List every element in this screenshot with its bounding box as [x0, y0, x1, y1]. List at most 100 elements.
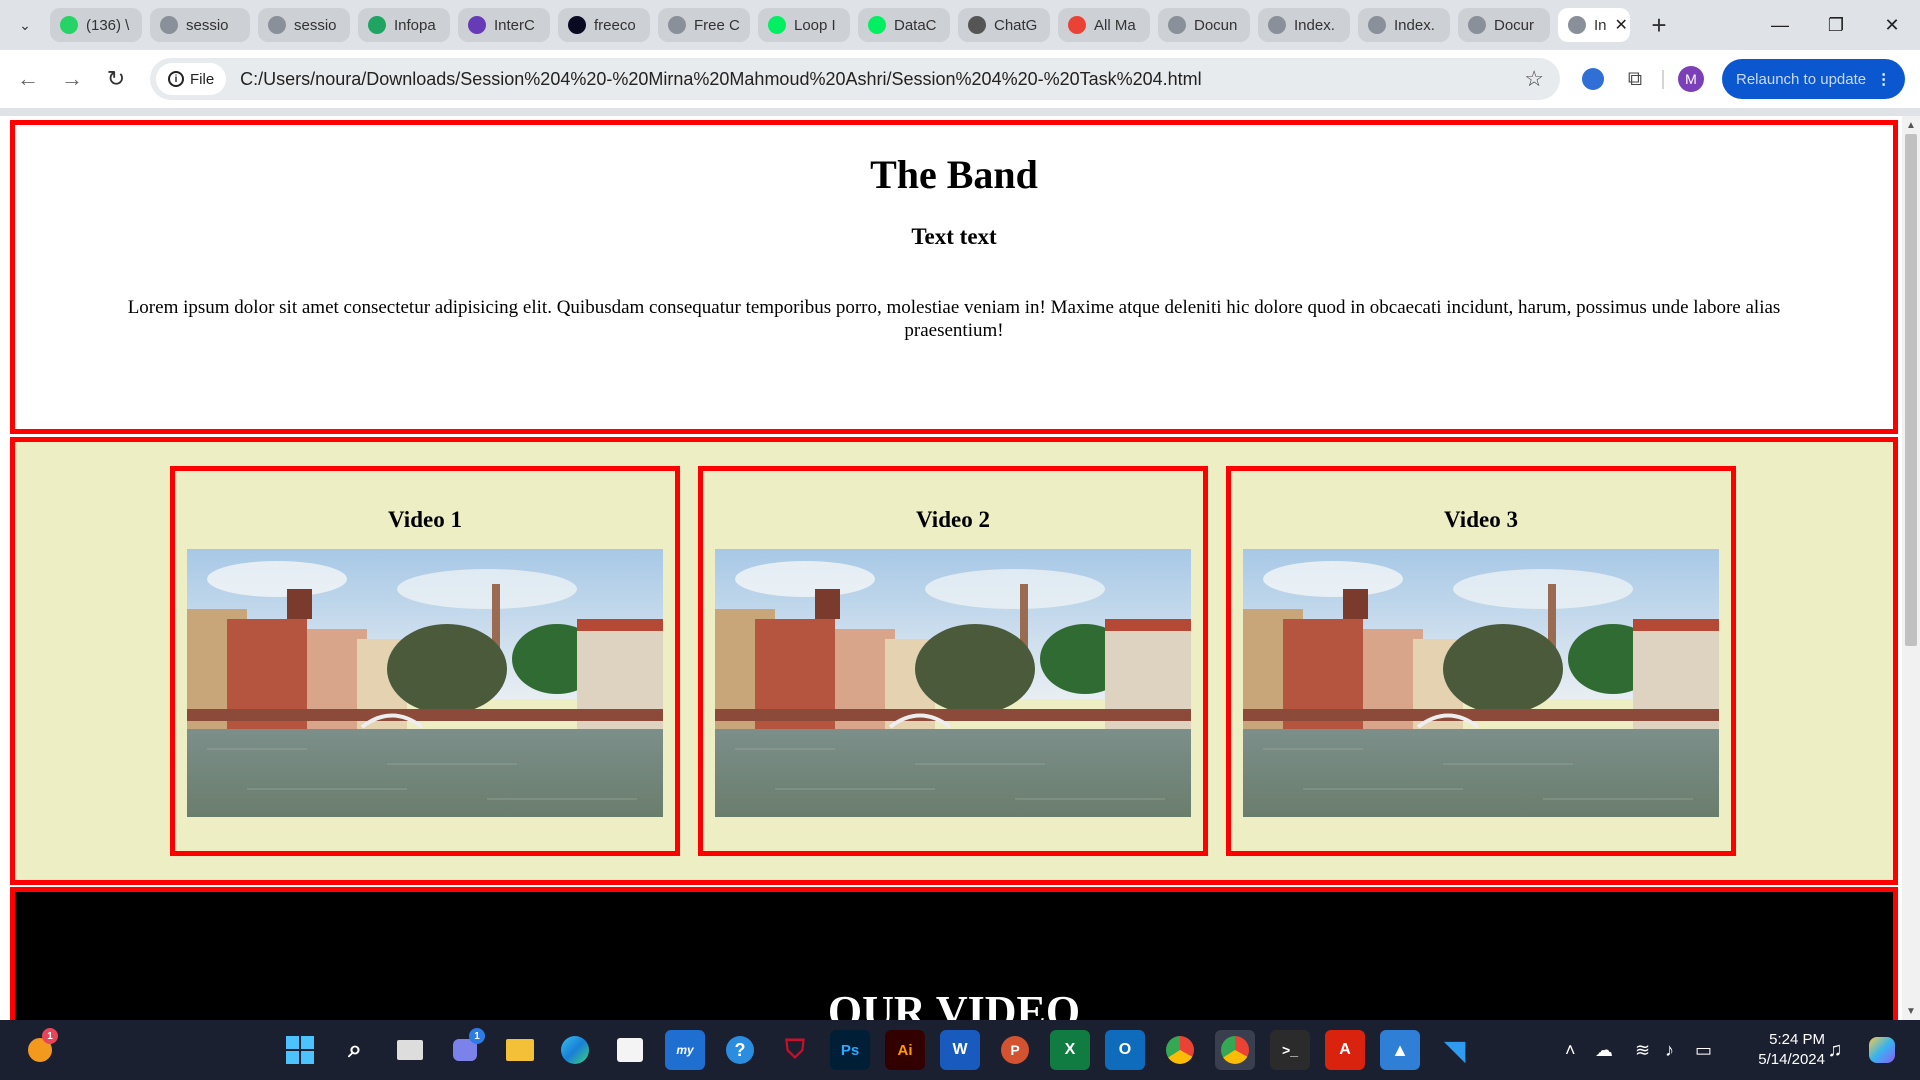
scroll-down-icon[interactable]: ▼ — [1902, 1002, 1920, 1020]
clock[interactable]: 5:24 PM 5/14/2024 — [1735, 1030, 1825, 1070]
relaunch-label: Relaunch to update — [1736, 70, 1867, 88]
chatgpt-icon — [968, 16, 986, 34]
videos-section: Video 1 Video 2 Video 3 — [10, 437, 1898, 885]
datacamp-icon — [868, 16, 886, 34]
scroll-up-icon[interactable]: ▲ — [1902, 116, 1920, 134]
battery-icon[interactable]: ▭ — [1695, 1040, 1725, 1061]
extensions-puzzle-icon[interactable]: ⧉ — [1614, 58, 1656, 100]
browser-tab[interactable]: All Ma — [1058, 8, 1150, 42]
task-view-icon[interactable] — [390, 1030, 430, 1070]
chrome-icon[interactable] — [1160, 1030, 1200, 1070]
video-title: Video 3 — [1444, 507, 1518, 532]
tab-label: Index. — [1394, 16, 1435, 34]
address-bar[interactable]: i File C:/Users/noura/Downloads/Session%… — [150, 58, 1560, 100]
browser-tab[interactable]: ChatG — [958, 8, 1050, 42]
onedrive-cloud-icon[interactable]: ☁ — [1595, 1040, 1635, 1061]
scrollbar-thumb[interactable] — [1905, 134, 1917, 646]
photoshop-icon[interactable]: Ps — [830, 1030, 870, 1070]
back-arrow-icon[interactable]: ← — [6, 57, 50, 101]
tab-search-chevron-icon[interactable]: ⌄ — [0, 0, 50, 50]
minimize-icon[interactable]: — — [1752, 0, 1808, 50]
reload-icon[interactable]: ↻ — [94, 57, 138, 101]
browser-tab[interactable]: Loop I — [758, 8, 850, 42]
video-card: Video 2 — [698, 466, 1208, 856]
search-icon[interactable]: ⌕ — [335, 1030, 375, 1070]
teams-chat-icon[interactable]: 1 — [445, 1028, 485, 1070]
tab-strip: ⌄ (136) \ sessio sessio Infopa InterC freeco F… — [0, 0, 1920, 50]
chevron-up-icon[interactable]: ˄ — [1565, 1040, 1595, 1061]
notifications-bell-icon[interactable]: ♫ — [1815, 1030, 1855, 1070]
datacamp-icon — [768, 16, 786, 34]
info-icon: i — [168, 71, 184, 87]
page-title: The Band — [870, 152, 1038, 197]
browser-tab[interactable]: InterC — [458, 8, 550, 42]
url-text[interactable]: C:/Users/noura/Downloads/Session%204%20-… — [240, 69, 1202, 90]
close-window-icon[interactable]: ✕ — [1864, 0, 1920, 50]
tab-label: ChatG — [994, 16, 1038, 34]
edge-icon[interactable] — [555, 1030, 595, 1070]
excel-icon[interactable]: X — [1050, 1030, 1090, 1070]
myhp-icon[interactable]: my — [665, 1030, 705, 1070]
word-icon[interactable]: W — [940, 1030, 980, 1070]
browser-tab[interactable]: (136) \ — [50, 8, 142, 42]
tab-label: Free C — [694, 16, 740, 34]
copilot-icon[interactable] — [1862, 1030, 1902, 1070]
wifi-icon[interactable]: ≋ — [1635, 1040, 1665, 1061]
video-card: Video 1 — [170, 466, 680, 856]
vscode-icon[interactable]: ◥ — [1435, 1030, 1475, 1070]
notification-badge: 1 — [42, 1028, 58, 1044]
browser-tab[interactable]: Infopa — [358, 8, 450, 42]
more-menu-icon[interactable]: ⋮ — [1876, 70, 1891, 88]
close-tab-icon[interactable]: ✕ — [1615, 15, 1628, 35]
chrome-profile-icon[interactable] — [1215, 1030, 1255, 1070]
file-explorer-icon[interactable] — [500, 1030, 540, 1070]
scheme-label: File — [190, 70, 215, 88]
terminal-icon[interactable]: >_ — [1270, 1030, 1310, 1070]
browser-tab[interactable]: Index. — [1258, 8, 1350, 42]
globe-icon — [1468, 16, 1486, 34]
venice-canal-image — [187, 549, 663, 817]
globe-icon — [1268, 16, 1286, 34]
site-info-chip[interactable]: i File — [156, 63, 227, 95]
tab-label: InterC — [494, 16, 535, 34]
browser-tab[interactable]: Docur — [1458, 8, 1550, 42]
store-icon[interactable] — [610, 1030, 650, 1070]
browser-tab[interactable]: sessio — [150, 8, 250, 42]
browser-tab[interactable]: Index. — [1358, 8, 1450, 42]
globe-icon — [1368, 16, 1386, 34]
tab-label: All Ma — [1094, 16, 1136, 34]
windows-taskbar: 1 ⌕ 1 my ? ⛉ Ps Ai W P X O >_ A ▲ ◥ ˄ ☁ … — [0, 1020, 1920, 1080]
translate-extension-icon[interactable] — [1572, 58, 1614, 100]
browser-tab[interactable]: freeco — [558, 8, 650, 42]
start-windows-icon[interactable] — [280, 1030, 320, 1070]
page-scrollbar[interactable]: ▲ ▼ — [1902, 116, 1920, 1020]
outlook-icon[interactable]: O — [1105, 1030, 1145, 1070]
page-viewport: The Band Text text Lorem ipsum dolor sit… — [0, 116, 1902, 1020]
photos-icon[interactable]: ▲ — [1380, 1030, 1420, 1070]
acrobat-icon[interactable]: A — [1325, 1030, 1365, 1070]
profile-avatar[interactable]: M — [1670, 58, 1712, 100]
divider: | — [1660, 67, 1666, 90]
bookmark-star-icon[interactable]: ☆ — [1524, 66, 1544, 92]
powerpoint-icon[interactable]: P — [995, 1030, 1035, 1070]
volume-icon[interactable]: ♪ — [1665, 1040, 1695, 1061]
section-heading: OUR VIDEO — [827, 987, 1081, 1020]
forward-arrow-icon[interactable]: → — [50, 57, 94, 101]
tab-label: sessio — [294, 16, 337, 34]
browser-tab[interactable]: sessio — [258, 8, 350, 42]
tab-label: In — [1594, 16, 1607, 34]
teams-badge: 1 — [469, 1028, 485, 1044]
browser-tab[interactable]: Free C — [658, 8, 750, 42]
whatsapp-icon — [60, 16, 78, 34]
tab-active[interactable]: In ✕ — [1558, 8, 1630, 42]
browser-tab[interactable]: Docun — [1158, 8, 1250, 42]
video-card: Video 3 — [1226, 466, 1736, 856]
weather-widget-icon[interactable]: 1 — [20, 1028, 60, 1070]
mcafee-shield-icon[interactable]: ⛉ — [775, 1030, 815, 1070]
relaunch-button[interactable]: Relaunch to update ⋮ — [1722, 59, 1906, 99]
illustrator-icon[interactable]: Ai — [885, 1030, 925, 1070]
new-tab-button[interactable]: + — [1642, 8, 1676, 42]
help-icon[interactable]: ? — [720, 1030, 760, 1070]
restore-icon[interactable]: ❐ — [1808, 0, 1864, 50]
browser-tab[interactable]: DataC — [858, 8, 950, 42]
